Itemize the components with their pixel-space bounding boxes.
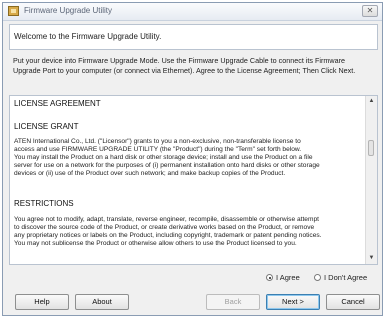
license-grant-text: ATEN International Co., Ltd. ("Licensor"… — [14, 138, 366, 178]
instructions-line-2: Upgrade Port to your computer (or connec… — [13, 65, 356, 75]
back-button[interactable]: Back — [206, 294, 260, 310]
scroll-up-arrow-icon[interactable]: ▲ — [366, 96, 377, 107]
agree-radio-button[interactable] — [266, 274, 273, 281]
license-grant-heading: LICENSE GRANT — [14, 122, 79, 131]
welcome-panel: Welcome to the Firmware Upgrade Utility. — [9, 24, 378, 50]
grant-line: server for use on a network for the purp… — [14, 162, 320, 170]
grant-line: access and use FIRMWARE UPGRADE UTILITY … — [14, 146, 302, 154]
license-text-area[interactable]: LICENSE AGREEMENT LICENSE GRANT ATEN Int… — [10, 96, 367, 264]
app-icon — [8, 6, 19, 16]
scroll-down-arrow-icon[interactable]: ▼ — [366, 253, 377, 264]
agree-radio-label[interactable]: I Agree — [276, 273, 300, 282]
disagree-radio-label[interactable]: I Don't Agree — [324, 273, 367, 282]
scroll-thumb[interactable] — [368, 140, 374, 156]
welcome-text: Welcome to the Firmware Upgrade Utility. — [14, 32, 162, 41]
window-title: Firmware Upgrade Utility — [24, 6, 113, 15]
grant-line: You may install the Product on a hard di… — [14, 154, 313, 162]
grant-line: devices or (ii) use of the Product over … — [14, 170, 286, 178]
disagree-radio-button[interactable] — [314, 274, 321, 281]
agree-radio-option[interactable]: I Agree — [266, 273, 300, 282]
firmware-upgrade-window: Firmware Upgrade Utility ✕ Welcome to th… — [2, 2, 383, 316]
restrictions-text: You agree not to modify, adapt, translat… — [14, 216, 366, 248]
cancel-button[interactable]: Cancel — [326, 294, 380, 310]
disagree-radio-option[interactable]: I Don't Agree — [314, 273, 367, 282]
restriction-line: You agree not to modify, adapt, translat… — [14, 216, 319, 223]
help-button[interactable]: Help — [15, 294, 69, 310]
license-scrollbar[interactable]: ▲ ▼ — [365, 96, 377, 264]
restriction-line: any proprietary notices or labels on the… — [14, 232, 322, 240]
close-button[interactable]: ✕ — [362, 5, 378, 17]
license-agreement-heading: LICENSE AGREEMENT — [14, 99, 101, 108]
about-button[interactable]: About — [75, 294, 129, 310]
restriction-line: to discover the source code of the Produ… — [14, 224, 315, 232]
license-agreement-box[interactable]: LICENSE AGREEMENT LICENSE GRANT ATEN Int… — [9, 95, 378, 265]
instructions-text: Put your device into Firmware Upgrade Mo… — [13, 56, 379, 75]
restrictions-heading: RESTRICTIONS — [14, 199, 74, 208]
instructions-line-1: Put your device into Firmware Upgrade Mo… — [13, 56, 345, 65]
restriction-line: You may not sublicense the Product or ot… — [14, 240, 297, 248]
title-bar: Firmware Upgrade Utility ✕ — [3, 3, 382, 21]
grant-line: ATEN International Co., Ltd. ("Licensor"… — [14, 138, 301, 145]
next-button[interactable]: Next > — [266, 294, 320, 310]
